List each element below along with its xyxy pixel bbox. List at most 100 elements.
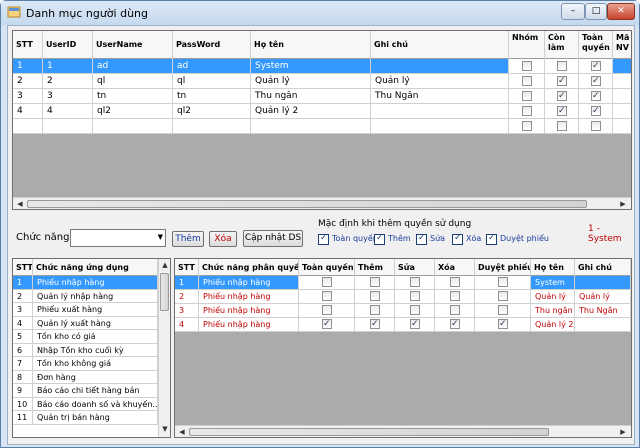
table-row[interactable]: 1 Phiếu nhập hàng System: [175, 276, 631, 290]
table-row[interactable]: 4Phiếu nhập hàng Quản lý 2: [175, 318, 631, 332]
toanquyen-checkbox[interactable]: [322, 305, 332, 315]
chuc-nang-combobox[interactable]: ▼: [70, 229, 166, 247]
column-header-manv[interactable]: Mã NV: [613, 31, 631, 59]
nhom-checkbox[interactable]: [522, 106, 532, 116]
conlam-checkbox[interactable]: [557, 105, 567, 117]
list-item[interactable]: 11 Quản trị bán hàng: [13, 411, 158, 425]
scroll-right-icon[interactable]: ▶: [617, 200, 629, 208]
nhom-checkbox[interactable]: [522, 76, 532, 86]
functions-grid[interactable]: STT Chức năng ứng dụng 1 Phiếu nhập hàng 2 Q…: [12, 258, 171, 438]
scrollbar-thumb[interactable]: [189, 428, 549, 436]
default-checkbox-2[interactable]: [416, 233, 427, 245]
table-row[interactable]: 3 3 tn tn Thu ngân Thu Ngân: [13, 89, 631, 104]
sua-checkbox[interactable]: [410, 318, 420, 330]
sua-checkbox[interactable]: [410, 291, 420, 301]
scroll-left-icon[interactable]: ◀: [176, 428, 188, 436]
maximize-button[interactable]: □: [585, 3, 607, 20]
default-checkbox-3[interactable]: [452, 233, 463, 245]
them-checkbox[interactable]: [370, 305, 380, 315]
conlam-checkbox[interactable]: [557, 61, 567, 71]
column-header-stt[interactable]: STT: [13, 31, 43, 59]
column-header-hoten[interactable]: Họ tên: [531, 259, 575, 276]
table-row[interactable]: 3 Phiếu nhập hàng Thu ngân Thu Ngân: [175, 304, 631, 318]
list-item[interactable]: 7 Tồn kho không giá: [13, 357, 158, 371]
permissions-horizontal-scrollbar[interactable]: ◀ ▶: [175, 425, 631, 437]
duyetphieu-checkbox[interactable]: [498, 291, 508, 301]
chevron-down-icon[interactable]: ▼: [158, 233, 163, 241]
list-item[interactable]: 9 Báo cáo chi tiết hàng bán: [13, 384, 158, 398]
table-row[interactable]: [13, 119, 631, 134]
permissions-grid[interactable]: STT Chức năng phân quyền Toàn quyền Thêm Sửa…: [174, 258, 632, 438]
list-item[interactable]: 8 Đơn hàng: [13, 370, 158, 384]
column-header-function[interactable]: Chức năng phân quyền: [199, 259, 299, 276]
scroll-up-icon[interactable]: ▲: [159, 261, 170, 269]
conlam-checkbox[interactable]: [557, 121, 567, 131]
toanquyen-checkbox[interactable]: [591, 105, 601, 117]
scroll-right-icon[interactable]: ▶: [617, 428, 629, 436]
column-header-nhom[interactable]: Nhóm: [509, 31, 545, 59]
list-item[interactable]: 2 Quản lý nhập hàng: [13, 289, 158, 303]
column-header-toanquyen[interactable]: Toàn quyền: [579, 31, 613, 59]
column-header-sua[interactable]: Sửa: [395, 259, 435, 276]
conlam-checkbox[interactable]: [557, 75, 567, 87]
duyetphieu-checkbox[interactable]: [498, 277, 508, 287]
scroll-left-icon[interactable]: ◀: [14, 200, 26, 208]
column-header-ghichu[interactable]: Ghi chú: [371, 31, 509, 59]
table-row[interactable]: 2 2 ql ql Quản lý Quản lý: [13, 74, 631, 89]
them-checkbox[interactable]: [370, 291, 380, 301]
nhom-checkbox[interactable]: [522, 91, 532, 101]
column-header-stt[interactable]: STT: [175, 259, 199, 276]
minimize-button[interactable]: –: [561, 3, 585, 20]
them-checkbox[interactable]: [370, 318, 380, 330]
xoa-checkbox[interactable]: [450, 318, 460, 330]
default-checkbox-1[interactable]: [374, 233, 385, 245]
column-header-toanquyen[interactable]: Toàn quyền: [299, 259, 355, 276]
list-item[interactable]: 4 Quản lý xuất hàng: [13, 316, 158, 330]
toanquyen-checkbox[interactable]: [322, 318, 332, 330]
scrollbar-thumb[interactable]: [160, 273, 169, 311]
list-item[interactable]: 10 Báo cáo doanh số và khuyến...: [13, 397, 158, 411]
close-button[interactable]: ✕: [607, 3, 635, 20]
column-header-xoa[interactable]: Xóa: [435, 259, 475, 276]
default-checkbox-0[interactable]: [318, 233, 329, 245]
list-item[interactable]: 3 Phiếu xuất hàng: [13, 303, 158, 317]
sua-checkbox[interactable]: [410, 305, 420, 315]
table-row[interactable]: 2 Phiếu nhập hàng Quản lý Quản lý: [175, 290, 631, 304]
delete-button[interactable]: Xóa: [209, 231, 237, 247]
toanquyen-checkbox[interactable]: [322, 291, 332, 301]
toanquyen-checkbox[interactable]: [591, 60, 601, 72]
duyetphieu-checkbox[interactable]: [498, 305, 508, 315]
users-grid[interactable]: STT UserID UserName PassWord Họ tên Ghi chú Nh…: [12, 30, 632, 210]
table-row[interactable]: 4 4 ql2 ql2 Quản lý 2: [13, 104, 631, 119]
column-header-userid[interactable]: UserID: [43, 31, 93, 59]
column-header-duyetphieu[interactable]: Duyệt phiếu: [475, 259, 531, 276]
list-item[interactable]: 5 Tồn kho có giá: [13, 330, 158, 344]
column-header-hoten[interactable]: Họ tên: [251, 31, 371, 59]
table-row[interactable]: 1 1 ad ad System: [13, 59, 631, 74]
column-header-stt[interactable]: STT: [13, 259, 33, 276]
update-list-button[interactable]: Cập nhật DS: [243, 230, 303, 247]
nhom-checkbox[interactable]: [522, 121, 532, 131]
scrollbar-thumb[interactable]: [27, 200, 587, 208]
default-checkbox-4[interactable]: [486, 233, 497, 245]
users-horizontal-scrollbar[interactable]: ◀ ▶: [13, 197, 631, 209]
column-header-username[interactable]: UserName: [93, 31, 173, 59]
duyetphieu-checkbox[interactable]: [498, 318, 508, 330]
conlam-checkbox[interactable]: [557, 90, 567, 102]
toanquyen-checkbox[interactable]: [591, 121, 601, 131]
column-header-conlam[interactable]: Còn làm: [545, 31, 579, 59]
toanquyen-checkbox[interactable]: [591, 90, 601, 102]
xoa-checkbox[interactable]: [450, 305, 460, 315]
column-header-them[interactable]: Thêm: [355, 259, 395, 276]
toanquyen-checkbox[interactable]: [591, 75, 601, 87]
toanquyen-checkbox[interactable]: [322, 277, 332, 287]
add-button[interactable]: Thêm: [172, 231, 204, 247]
column-header-password[interactable]: PassWord: [173, 31, 251, 59]
sua-checkbox[interactable]: [410, 277, 420, 287]
them-checkbox[interactable]: [370, 277, 380, 287]
list-item[interactable]: 1 Phiếu nhập hàng: [13, 276, 158, 290]
scroll-down-icon[interactable]: ▼: [159, 425, 170, 433]
list-item[interactable]: 6 Nhập Tồn kho cuối kỳ: [13, 343, 158, 357]
xoa-checkbox[interactable]: [450, 277, 460, 287]
column-header-function[interactable]: Chức năng ứng dụng: [33, 259, 158, 276]
